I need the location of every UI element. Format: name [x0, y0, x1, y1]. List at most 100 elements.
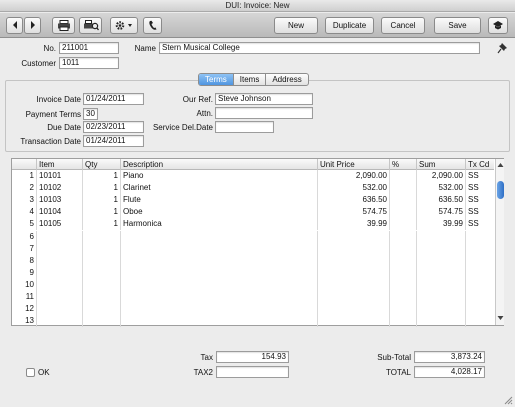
cell-tax-code[interactable] — [466, 291, 494, 303]
cell-percent[interactable] — [390, 303, 417, 316]
table-row[interactable]: 3 10103 1 Flute 636.50 636.50 SS — [12, 194, 494, 207]
cell-description[interactable]: Clarinet — [121, 182, 318, 195]
cell-percent[interactable] — [390, 206, 417, 219]
new-button[interactable]: New — [274, 17, 318, 34]
transaction-date-field[interactable]: 01/24/2011 — [83, 135, 144, 147]
cell-description[interactable]: Oboe — [121, 206, 318, 219]
cell-item[interactable]: 10105 — [37, 218, 83, 231]
cell-description[interactable] — [121, 291, 318, 303]
cell-qty[interactable] — [83, 266, 121, 279]
subtotal-field[interactable]: 3,873.24 — [414, 351, 485, 363]
cell-description[interactable] — [121, 242, 318, 255]
cell-percent[interactable] — [390, 194, 417, 207]
cell-sum[interactable]: 532.00 — [417, 182, 466, 195]
cell-tax-code[interactable] — [466, 279, 494, 291]
toggle-toolbar-button[interactable] — [488, 17, 508, 34]
cell-unit-price[interactable] — [318, 230, 390, 243]
cell-sum[interactable] — [417, 230, 466, 243]
cell-tax-code[interactable] — [466, 231, 494, 243]
table-row[interactable]: 9 — [12, 266, 494, 279]
ok-checkbox[interactable] — [26, 368, 35, 377]
cell-percent[interactable] — [390, 230, 417, 243]
customer-name-field[interactable]: Stern Musical College — [159, 42, 480, 54]
cell-unit-price[interactable] — [318, 254, 390, 267]
cell-tax-code[interactable] — [466, 267, 494, 279]
scroll-up-arrow-icon[interactable] — [497, 161, 504, 170]
cell-item[interactable] — [37, 254, 83, 267]
duplicate-button[interactable]: Duplicate — [325, 17, 374, 34]
cell-tax-code[interactable] — [466, 255, 494, 267]
table-row[interactable]: 7 — [12, 242, 494, 255]
operations-menu-button[interactable] — [110, 17, 138, 34]
cell-unit-price[interactable]: 636.50 — [318, 194, 390, 207]
print-preview-button[interactable] — [79, 17, 102, 34]
cell-qty[interactable] — [83, 303, 121, 316]
table-row[interactable]: 11 — [12, 291, 494, 303]
cell-percent[interactable] — [390, 170, 417, 182]
cell-unit-price[interactable]: 532.00 — [318, 182, 390, 195]
cell-sum[interactable] — [417, 254, 466, 267]
cell-tax-code[interactable] — [466, 303, 494, 315]
payment-terms-field[interactable]: 30 — [83, 108, 98, 120]
cell-item[interactable] — [37, 278, 83, 291]
cell-percent[interactable] — [390, 315, 417, 328]
tax-field[interactable]: 154.93 — [216, 351, 289, 363]
grid-header-qty[interactable]: Qty — [83, 159, 121, 170]
grid-header-item[interactable]: Item — [37, 159, 83, 170]
cell-unit-price[interactable] — [318, 278, 390, 291]
tab-terms[interactable]: Terms — [199, 74, 234, 85]
grid-scrollbar[interactable] — [495, 159, 504, 325]
cell-description[interactable] — [121, 266, 318, 279]
table-row[interactable]: 2 10102 1 Clarinet 532.00 532.00 SS — [12, 182, 494, 195]
save-button[interactable]: Save — [434, 17, 481, 34]
cell-tax-code[interactable]: SS — [466, 194, 494, 206]
grid-header-unit-price[interactable]: Unit Price — [318, 159, 390, 170]
cell-unit-price[interactable] — [318, 291, 390, 303]
table-row[interactable]: 4 10104 1 Oboe 574.75 574.75 SS — [12, 206, 494, 219]
forward-button[interactable] — [24, 17, 41, 34]
cell-tax-code[interactable]: SS — [466, 206, 494, 218]
tab-items[interactable]: Items — [234, 74, 267, 85]
cell-item[interactable] — [37, 230, 83, 243]
table-row[interactable]: 6 — [12, 230, 494, 243]
cell-tax-code[interactable] — [466, 243, 494, 255]
table-row[interactable]: 10 — [12, 278, 494, 291]
back-button[interactable] — [6, 17, 23, 34]
grid-header-sum[interactable]: Sum — [417, 159, 466, 170]
cell-unit-price[interactable] — [318, 315, 390, 328]
cell-description[interactable] — [121, 303, 318, 316]
cell-item[interactable]: 10104 — [37, 206, 83, 219]
cell-qty[interactable] — [83, 291, 121, 303]
cell-unit-price[interactable]: 39.99 — [318, 218, 390, 231]
grid-scroll-thumb[interactable] — [497, 181, 504, 199]
cell-description[interactable] — [121, 254, 318, 267]
resize-grip-icon[interactable] — [503, 395, 513, 405]
cell-tax-code[interactable]: SS — [466, 170, 494, 182]
phone-button[interactable] — [143, 17, 162, 34]
service-del-date-field[interactable] — [215, 121, 274, 133]
cell-sum[interactable] — [417, 266, 466, 279]
cell-description[interactable] — [121, 278, 318, 291]
cell-percent[interactable] — [390, 266, 417, 279]
cell-description[interactable]: Flute — [121, 194, 318, 207]
grid-header-description[interactable]: Description — [121, 159, 318, 170]
cell-qty[interactable]: 1 — [83, 194, 121, 207]
invoice-date-field[interactable]: 01/24/2011 — [83, 93, 144, 105]
cell-unit-price[interactable] — [318, 242, 390, 255]
grid-header-tax-code[interactable]: Tx Cd — [466, 159, 494, 170]
cell-unit-price[interactable]: 574.75 — [318, 206, 390, 219]
cell-percent[interactable] — [390, 182, 417, 195]
our-ref-field[interactable]: Steve Johnson — [215, 93, 313, 105]
cell-item[interactable] — [37, 291, 83, 303]
cell-unit-price[interactable] — [318, 266, 390, 279]
cell-item[interactable] — [37, 266, 83, 279]
cell-percent[interactable] — [390, 218, 417, 231]
cell-qty[interactable]: 1 — [83, 218, 121, 231]
cell-item[interactable] — [37, 242, 83, 255]
due-date-field[interactable]: 02/23/2011 — [83, 121, 144, 133]
cell-item[interactable]: 10102 — [37, 182, 83, 195]
cell-unit-price[interactable] — [318, 303, 390, 316]
cell-qty[interactable] — [83, 278, 121, 291]
table-row[interactable]: 1 10101 1 Piano 2,090.00 2,090.00 SS — [12, 170, 494, 182]
tax2-field[interactable] — [216, 366, 289, 378]
